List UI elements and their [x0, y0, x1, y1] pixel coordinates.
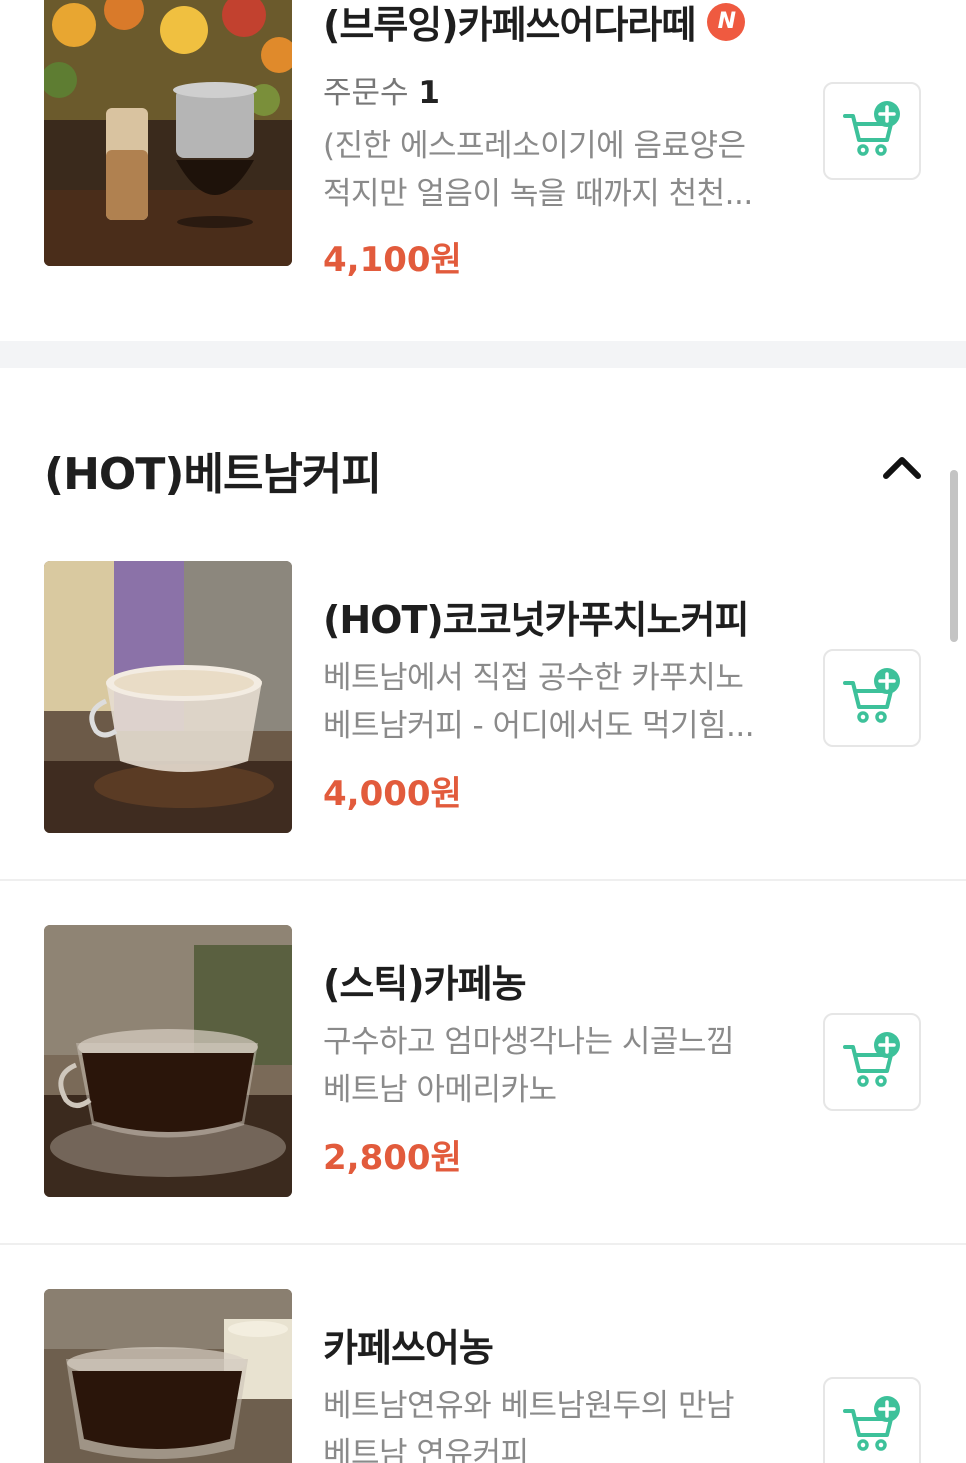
- menu-item-price: 4,000원: [323, 774, 462, 814]
- description-line: 베트남 아메리카노: [323, 1072, 557, 1108]
- description-line: 베트남에서 직접 공수한 카푸치노: [323, 660, 744, 696]
- menu-item-description: 구수하고 엄마생각나는 시골느낌 베트남 아메리카노: [323, 1018, 783, 1114]
- menu-item-price: 2,800원: [323, 1138, 462, 1178]
- add-to-cart-button[interactable]: [823, 1377, 921, 1463]
- menu-item-photo[interactable]: [44, 561, 292, 833]
- menu-item-photo[interactable]: [44, 1289, 292, 1463]
- section-divider: [0, 341, 966, 368]
- description-line: 적지만 얼음이 녹을 때까지 천천...: [323, 176, 753, 212]
- menu-item-title: (브루잉)카페쓰어다라떼 N: [323, 0, 783, 49]
- menu-item-price: 4,100원: [323, 240, 462, 280]
- scrollbar-thumb[interactable]: [950, 470, 958, 642]
- order-count-value: 1: [418, 75, 440, 111]
- description-line: 베트남연유와 베트남원두의 만남: [323, 1388, 735, 1424]
- add-to-cart-button[interactable]: [823, 1013, 921, 1111]
- brewing-coffee-photo: [44, 0, 292, 266]
- menu-item-title: 카페쓰어농: [323, 1326, 494, 1370]
- menu-item-description: 베트남연유와 베트남원두의 만남 베트남 연유커피: [323, 1382, 783, 1463]
- description-line: 베트남커피 - 어디에서도 먹기힘...: [323, 708, 755, 744]
- cafe-sua-nong-photo: [44, 1289, 292, 1463]
- menu-item-title-text: (브루잉)카페쓰어다라떼: [323, 3, 696, 47]
- description-line: 베트남 연유커피: [323, 1436, 529, 1463]
- cart-add-icon: [843, 1396, 900, 1451]
- cart-add-icon: [843, 101, 900, 156]
- menu-item-title: (HOT)코코넛카푸치노커피: [323, 598, 749, 642]
- item-divider: [0, 879, 966, 881]
- menu-item-title: (스틱)카페농: [323, 962, 527, 1006]
- add-to-cart-button[interactable]: [823, 82, 921, 180]
- menu-item-photo[interactable]: [44, 0, 292, 266]
- order-count: 주문수 1: [323, 67, 783, 112]
- description-line: (진한 에스프레소이기에 음료양은: [323, 128, 746, 164]
- stick-cafe-nong-photo: [44, 925, 292, 1197]
- order-count-label: 주문수: [323, 75, 409, 111]
- menu-item-description: (진한 에스프레소이기에 음료양은 적지만 얼음이 녹을 때까지 천천...: [323, 122, 783, 218]
- menu-item-photo[interactable]: [44, 925, 292, 1197]
- add-to-cart-button[interactable]: [823, 649, 921, 747]
- item-divider: [0, 1243, 966, 1245]
- cart-add-icon: [843, 668, 900, 723]
- menu-item-description: 베트남에서 직접 공수한 카푸치노 베트남커피 - 어디에서도 먹기힘...: [323, 654, 783, 750]
- cart-add-icon: [843, 1032, 900, 1087]
- coconut-cappuccino-photo: [44, 561, 292, 833]
- new-badge: N: [707, 2, 746, 41]
- chevron-up-icon[interactable]: [880, 452, 924, 482]
- section-title: (HOT)베트남커피: [44, 449, 382, 500]
- description-line: 구수하고 엄마생각나는 시골느낌: [323, 1024, 735, 1060]
